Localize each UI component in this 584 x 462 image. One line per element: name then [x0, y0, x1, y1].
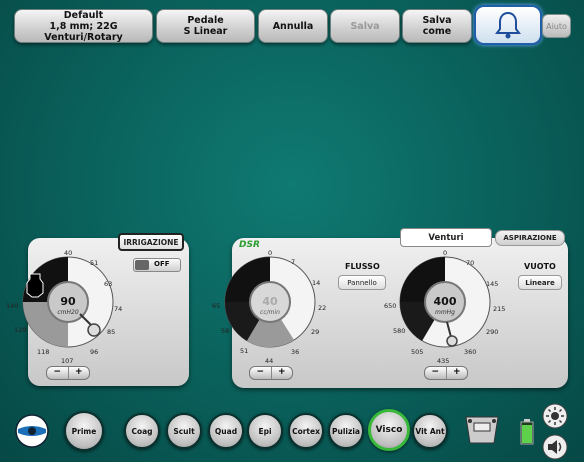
vacuum-scale-label: 145 [486, 280, 499, 288]
vacuum-label: VUOTO [524, 262, 556, 271]
pedal-icon [465, 416, 499, 444]
mode-visco[interactable]: Visco [368, 409, 410, 451]
settings-name: Default [63, 9, 104, 21]
help-button[interactable]: Aiuto [542, 14, 571, 38]
irrigation-value: 90 [60, 295, 76, 308]
flow-scale-label: 7 [291, 258, 296, 266]
irrigation-toggle-label: OFF [154, 260, 170, 268]
cancel-button[interactable]: Annulla [258, 9, 328, 43]
cancel-label: Annulla [272, 20, 314, 32]
vacuum-scale-label: 580 [393, 327, 406, 335]
help-label: Aiuto [546, 21, 567, 31]
pedal-label: Pedale [187, 15, 224, 26]
irrigation-unit: cmH20 [57, 309, 79, 316]
vacuum-unit: mmHg [434, 309, 455, 316]
mode-quad[interactable]: Quad [208, 413, 244, 449]
vacuum-scale-label: 505 [411, 348, 424, 356]
mode-vit-ant[interactable]: Vit Ant [412, 413, 448, 449]
flow-scale-label: 44 [265, 357, 274, 365]
settings-detail: 1,8 mm; 22G Venturi/Rotary [44, 20, 123, 43]
mode-coag[interactable]: Coag [124, 413, 160, 449]
alarm-bell-button[interactable] [474, 5, 542, 45]
save-as-button[interactable]: Salva come [402, 9, 472, 43]
irrigation-scale-label: 129 [14, 326, 27, 334]
flow-value: 40 [262, 295, 278, 308]
vacuum-value: 400 [433, 295, 457, 308]
irrigation-bottle-icon [26, 273, 44, 298]
vacuum-scale-label: 360 [464, 348, 477, 356]
irrigation-scale-label: 96 [90, 348, 99, 356]
irrigation-toggle[interactable]: OFF [133, 258, 181, 272]
irrigation-scale-label: 63 [104, 280, 113, 288]
mode-epi[interactable]: Epi [247, 413, 283, 449]
vacuum-scale-label: 650 [384, 302, 397, 310]
flow-scale-label: 65 [212, 302, 221, 310]
device-logo-icon [15, 414, 49, 448]
irrigation-scale-label: 140 [6, 302, 19, 310]
vacuum-scale-label: 0 [443, 249, 448, 257]
flow-stepper[interactable]: − + [249, 366, 293, 380]
aspiration-tab[interactable]: ASPIRAZIONE [495, 230, 565, 246]
flow-scale-label: 36 [291, 348, 300, 356]
irrigation-scale-label: 85 [107, 328, 116, 336]
bell-icon [495, 11, 521, 39]
flow-scale-label: 29 [311, 328, 320, 336]
vacuum-mode-button[interactable]: Lineare [518, 275, 562, 290]
minus-icon[interactable]: − [250, 367, 272, 379]
irrigation-stepper[interactable]: − + [46, 366, 90, 380]
save-as-line1: Salva [422, 15, 452, 26]
irrigation-scale-label: 118 [37, 348, 50, 356]
settings-button[interactable]: Default 1,8 mm; 22G Venturi/Rotary [14, 9, 153, 43]
mode-pulizia[interactable]: Pulizia [328, 413, 364, 449]
plus-icon[interactable]: + [69, 367, 90, 379]
irrigation-scale-label: 74 [114, 305, 123, 313]
battery-icon [520, 419, 534, 445]
flow-unit: cc/min [260, 309, 280, 316]
irrigation-scale-label: 107 [61, 357, 74, 365]
irrigation-scale-label: 51 [90, 259, 99, 267]
vacuum-scale-label: 215 [493, 305, 506, 313]
flow-label: FLUSSO [345, 262, 380, 271]
flow-mode-button[interactable]: Pannello [338, 275, 386, 290]
mode-prime[interactable]: Prime [64, 411, 104, 451]
save-as-line2: come [422, 26, 452, 37]
vacuum-scale-label: 70 [466, 259, 475, 267]
flow-scale-label: 14 [312, 279, 321, 287]
plus-icon[interactable]: + [272, 367, 293, 379]
irrigation-scale-label: 40 [64, 249, 73, 257]
flow-scale-label: 22 [318, 304, 327, 312]
vacuum-stepper[interactable]: − + [424, 366, 468, 380]
vacuum-scale-label: 435 [437, 357, 450, 365]
flow-scale-label: 0 [268, 249, 273, 257]
pedal-mode: S Linear [183, 26, 228, 37]
mode-cortex[interactable]: Cortex [288, 413, 324, 449]
mode-scult[interactable]: Scult [166, 413, 202, 449]
plus-icon[interactable]: + [447, 367, 468, 379]
save-button[interactable]: Salva [330, 9, 400, 43]
flow-scale-label: 51 [240, 347, 249, 355]
minus-icon[interactable]: − [425, 367, 447, 379]
flow-scale-label: 58 [221, 327, 230, 335]
vacuum-scale-label: 290 [486, 328, 499, 336]
volume-icon[interactable] [542, 434, 568, 460]
save-label: Salva [350, 20, 380, 32]
minus-icon[interactable]: − [47, 367, 69, 379]
pedal-button[interactable]: Pedale S Linear [156, 9, 255, 43]
brightness-icon[interactable] [542, 403, 568, 429]
